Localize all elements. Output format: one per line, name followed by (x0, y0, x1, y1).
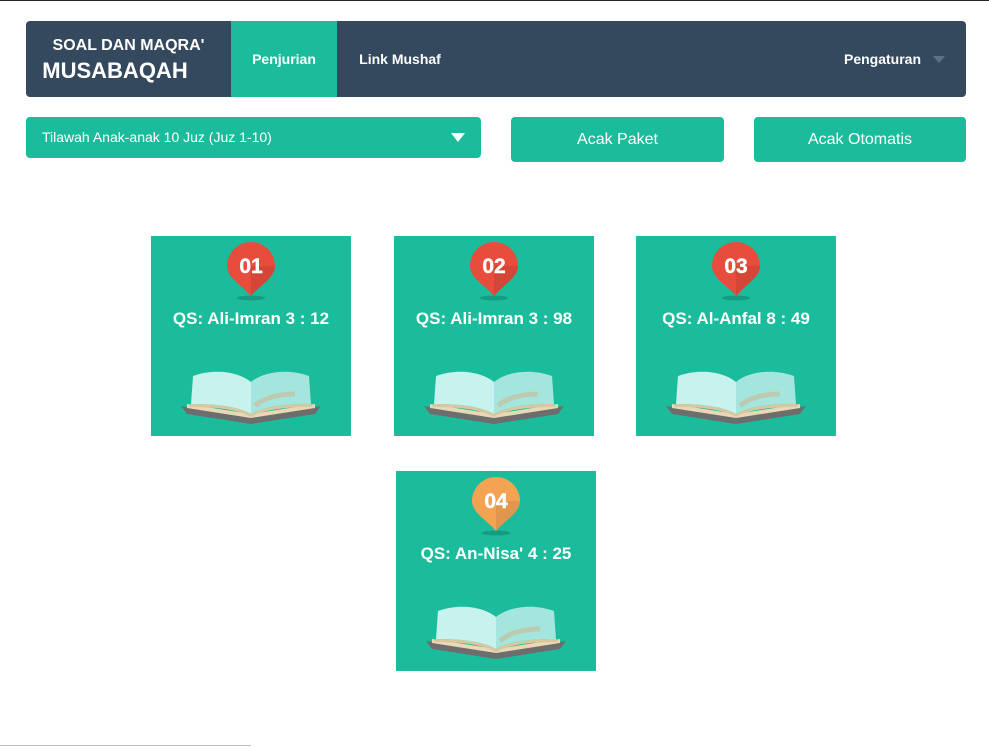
category-select-value: Tilawah Anak-anak 10 Juz (Juz 1-10) (42, 129, 272, 145)
number-pin-icon: 04 (472, 477, 520, 536)
question-card[interactable]: 02 QS: Ali-Imran 3 : 98 (394, 236, 594, 436)
card-title: QS: Ali-Imran 3 : 12 (172, 309, 330, 328)
book-icon (666, 371, 806, 424)
number-pin-icon: 02 (470, 242, 518, 301)
category-select[interactable]: Tilawah Anak-anak 10 Juz (Juz 1-10) (26, 117, 481, 158)
svg-text:01: 01 (239, 255, 263, 278)
navbar: SOAL DAN MAQRA' MUSABAQAH Penjurian Link… (26, 21, 966, 97)
book-icon (181, 371, 321, 424)
divider (0, 745, 251, 746)
brand[interactable]: SOAL DAN MAQRA' MUSABAQAH (26, 21, 231, 97)
tab-penjurian[interactable]: Penjurian (231, 21, 337, 97)
brand-title-line1: SOAL DAN MAQRA' (52, 37, 205, 54)
book-icon (424, 371, 564, 424)
caret-down-icon (451, 133, 465, 142)
acak-otomatis-button[interactable]: Acak Otomatis (754, 117, 966, 162)
top-border (0, 0, 989, 1)
settings-label: Pengaturan (844, 51, 922, 67)
question-card[interactable]: 01 QS: Ali-Imran 3 : 12 (151, 236, 351, 436)
acak-paket-button[interactable]: Acak Paket (511, 117, 724, 162)
number-pin-icon: 03 (712, 242, 760, 301)
tab-link-mushaf[interactable]: Link Mushaf (337, 21, 463, 97)
card-title: QS: An-Nisa' 4 : 25 (420, 544, 572, 563)
caret-down-icon (933, 56, 945, 63)
question-card[interactable]: 04 QS: An-Nisa' 4 : 25 (396, 471, 596, 671)
svg-text:03: 03 (724, 255, 747, 278)
card-title: QS: Al-Anfal 8 : 49 (662, 309, 810, 328)
card-title: QS: Ali-Imran 3 : 98 (415, 309, 573, 328)
book-icon (426, 606, 566, 659)
settings-dropdown[interactable]: Pengaturan (826, 21, 966, 97)
number-pin-icon: 01 (227, 242, 275, 301)
svg-text:02: 02 (482, 255, 505, 278)
brand-title-line2: MUSABAQAH (42, 58, 188, 83)
svg-text:04: 04 (484, 490, 508, 513)
question-card[interactable]: 03 QS: Al-Anfal 8 : 49 (636, 236, 836, 436)
